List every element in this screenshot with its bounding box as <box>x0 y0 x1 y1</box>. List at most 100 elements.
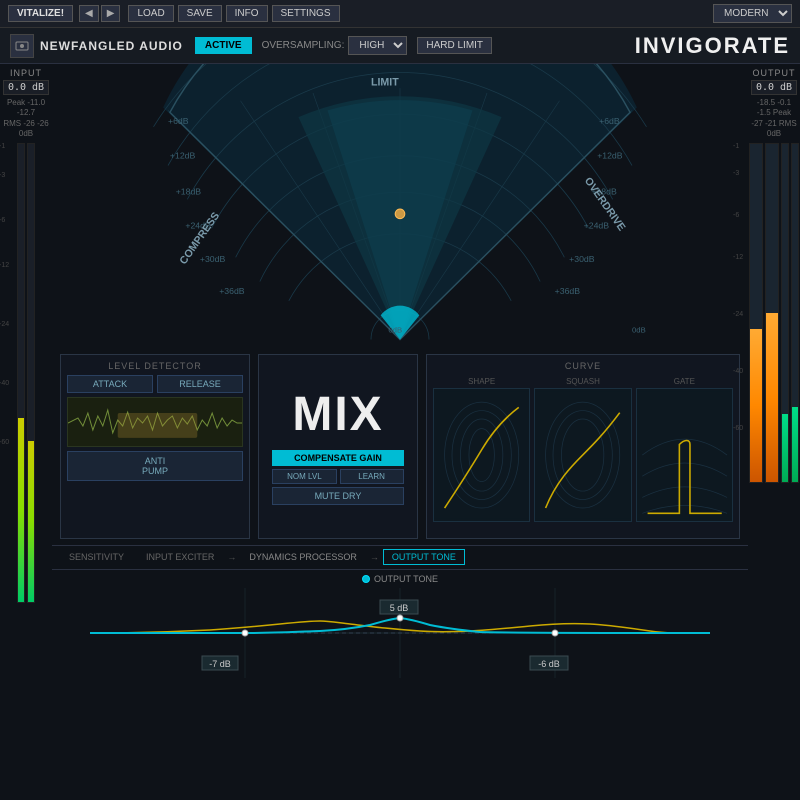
nom-lvl-button[interactable]: NOM LVL <box>272 469 336 484</box>
input-label: INPUT <box>10 68 42 78</box>
output-label: OUTPUT <box>753 68 796 78</box>
main-area: INPUT 0.0 dB Peak -11.0 -12.7 RMS -26 -2… <box>0 64 800 684</box>
svg-text:+6dB: +6dB <box>599 116 620 126</box>
output-bar-green-left-fill <box>782 414 788 482</box>
tab-arrow-2: → <box>370 552 379 562</box>
top-bar: VITALIZE! ◀ ▶ LOAD SAVE INFO SETTINGS MO… <box>0 0 800 28</box>
svg-text:+12dB: +12dB <box>597 151 623 161</box>
plugin-title: INVIGORATE <box>635 33 790 59</box>
output-tone-text: OUTPUT TONE <box>374 574 438 584</box>
shape-display <box>433 388 530 522</box>
brand-name: NEWFANGLED AUDIO <box>40 39 183 53</box>
output-tone-section: OUTPUT TONE <box>52 570 748 684</box>
curve-title: CURVE <box>433 361 733 371</box>
scale-neg3: -3 <box>0 172 9 179</box>
input-peak: Peak -11.0 -12.7 <box>2 98 50 119</box>
fan-svg: +36dB +30dB +24dB +18dB +12dB +6dB 0dB +… <box>52 64 748 348</box>
controls-section: LEVEL DETECTOR ATTACK RELEASE ANTI PUM <box>52 348 748 544</box>
vitalize-button[interactable]: VITALIZE! <box>8 5 73 22</box>
preset-select[interactable]: MODERN VINTAGE CLEAN <box>713 4 792 23</box>
input-readout[interactable]: 0.0 dB <box>3 80 49 95</box>
scale-neg1: -1 <box>0 143 9 150</box>
output-rms: -27 -21 RMS <box>750 119 798 129</box>
tabs-row: SENSITIVITY INPUT EXCITER → DYNAMICS PRO… <box>52 545 748 571</box>
settings-button[interactable]: SETTINGS <box>272 5 340 22</box>
attack-button[interactable]: ATTACK <box>67 375 153 393</box>
svg-text:+24dB: +24dB <box>584 220 610 230</box>
mix-row: NOM LVL LEARN <box>272 469 403 484</box>
svg-text:5 dB: 5 dB <box>390 603 409 613</box>
input-bar-left-fill <box>18 418 24 601</box>
out-scale-neg60: -60 <box>733 425 743 432</box>
scale-neg12: -12 <box>0 262 9 269</box>
scale-neg6: -6 <box>0 217 9 224</box>
scale-neg24: -24 <box>0 321 9 328</box>
shape-label: SHAPE <box>433 375 530 388</box>
curve-panel: CURVE SHAPE <box>426 354 740 538</box>
oversampling-select[interactable]: HIGH LOW OFF <box>348 36 407 55</box>
svg-text:+12dB: +12dB <box>170 151 196 161</box>
level-detector-panel: LEVEL DETECTOR ATTACK RELEASE ANTI PUM <box>60 354 250 538</box>
anti-pump-button[interactable]: ANTI PUMP <box>67 451 243 481</box>
learn-button[interactable]: LEARN <box>340 469 404 484</box>
input-rms: RMS -26 -26 <box>2 119 50 129</box>
release-button[interactable]: RELEASE <box>157 375 243 393</box>
svg-text:+36dB: +36dB <box>555 286 581 296</box>
out-scale-neg12: -12 <box>733 254 743 261</box>
scale-neg40: -40 <box>0 380 9 387</box>
active-button[interactable]: ACTIVE <box>195 37 252 54</box>
out-scale-neg24: -24 <box>733 311 743 318</box>
svg-text:0dB: 0dB <box>388 326 402 335</box>
tab-output-tone[interactable]: OUTPUT TONE <box>383 549 465 565</box>
ld-buttons: ATTACK RELEASE <box>67 375 243 393</box>
squash-label: SQUASH <box>534 375 631 388</box>
output-tone-graph[interactable]: -7 dB 5 dB -6 dB <box>60 588 740 678</box>
tab-input-exciter[interactable]: INPUT EXCITER <box>137 549 223 565</box>
gate-label: GATE <box>636 375 733 388</box>
svg-text:+36dB: +36dB <box>219 286 245 296</box>
out-scale-neg40: -40 <box>733 368 743 375</box>
nav-arrows: ◀ ▶ <box>79 5 120 22</box>
squash-panel: SQUASH <box>534 375 631 522</box>
tab-sensitivity[interactable]: SENSITIVITY <box>60 549 133 565</box>
curve-inner: SHAPE <box>433 375 733 522</box>
out-scale-neg6: -6 <box>733 212 743 219</box>
svg-text:LIMIT: LIMIT <box>371 76 399 88</box>
tab-dynamics[interactable]: DYNAMICS PROCESSOR <box>240 549 366 565</box>
prev-button[interactable]: ◀ <box>79 5 99 22</box>
svg-text:+6dB: +6dB <box>168 116 189 126</box>
logo-area: NEWFANGLED AUDIO <box>10 34 183 58</box>
compensate-gain-button[interactable]: COMPENSATE GAIN <box>272 450 403 466</box>
mute-dry-button[interactable]: MUTE DRY <box>272 487 403 505</box>
output-bar-green-right-fill <box>792 407 798 481</box>
info-button[interactable]: INFO <box>226 5 268 22</box>
output-readout[interactable]: 0.0 dB <box>751 80 797 95</box>
gate-display <box>636 388 733 522</box>
input-bar-right-fill <box>28 441 34 601</box>
oversampling-label: OVERSAMPLING: <box>262 40 345 51</box>
input-vu-meter: INPUT 0.0 dB Peak -11.0 -12.7 RMS -26 -2… <box>0 64 52 684</box>
save-button[interactable]: SAVE <box>178 5 222 22</box>
fan-section: +36dB +30dB +24dB +18dB +12dB +6dB 0dB +… <box>52 64 748 348</box>
level-detector-title: LEVEL DETECTOR <box>67 361 243 371</box>
mix-label: MIX <box>292 387 383 442</box>
svg-text:0dB: 0dB <box>632 326 646 335</box>
scale-neg60: -60 <box>0 439 9 446</box>
output-tone-dot <box>362 575 370 583</box>
output-vu-meter: OUTPUT 0.0 dB -18.5 -0.1 -1.5 Peak -27 -… <box>748 64 800 684</box>
output-bar-left-fill <box>750 329 762 481</box>
output-bar-green-right <box>791 143 799 483</box>
output-zero: 0dB <box>750 129 798 139</box>
output-bar-right-fill <box>766 313 778 482</box>
center-content: +36dB +30dB +24dB +18dB +12dB +6dB 0dB +… <box>52 64 748 684</box>
output-tone-label: OUTPUT TONE <box>52 570 748 588</box>
load-button[interactable]: LOAD <box>128 5 173 22</box>
gate-panel: GATE <box>636 375 733 522</box>
next-button[interactable]: ▶ <box>101 5 121 22</box>
svg-text:+30dB: +30dB <box>569 254 595 264</box>
svg-text:+30dB: +30dB <box>200 254 226 264</box>
out-scale-neg1: -1 <box>733 143 743 150</box>
hard-limit-button[interactable]: HARD LIMIT <box>417 37 492 54</box>
input-bar-right <box>27 143 35 603</box>
shape-panel: SHAPE <box>433 375 530 522</box>
